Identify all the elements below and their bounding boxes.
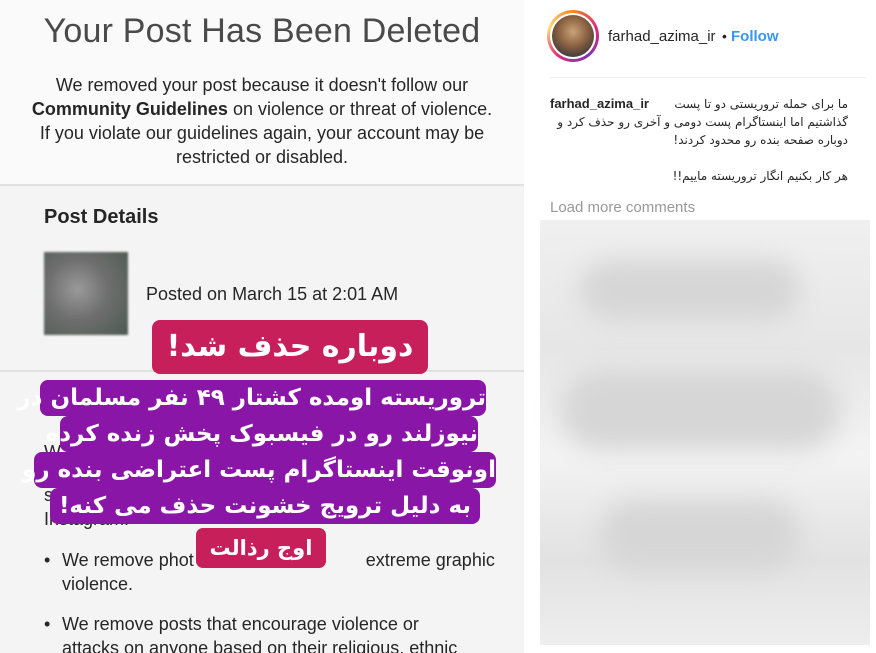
bullet1-part-c: violence. [62,574,134,594]
bullet-dot: • [44,614,51,634]
blurred-comments-area [540,220,870,645]
sticker-line: اونوقت اینستاگرام پست اعتراضی بنده رو [22,452,496,488]
separator-dot: • [722,28,727,44]
sticker-deleted-again: دوباره حذف شد! [152,320,428,374]
follow-button[interactable]: Follow [731,28,779,45]
sticker-line: به دلیل ترویج خشونت حذف می کنه! [50,488,480,524]
post-details-heading: Post Details [44,206,159,228]
caption-line: دوباره صفحه بنده رو محدود کردند! [673,133,848,147]
sticker-line: تروریسته اومده کشتار ۴۹ نفر مسلمان در [17,380,486,416]
bullet1-part-a: We remove phot [62,550,194,570]
caption-line: گذاشتیم اما اینستاگرام پست دومی و آخری ر… [557,115,848,129]
caption-line: هر کار بکنیم انگار تروریسته ماییم!! [672,169,848,183]
post-caption: farhad_azima_ir ما برای حمله تروریستی دو… [550,95,848,185]
sticker-peak-meanness: اوج رذالت [196,528,326,568]
posted-on-text: Posted on March 15 at 2:01 AM [146,284,399,304]
avatar-photo [552,15,594,57]
sticker-protest-text: تروریسته اومده کشتار ۴۹ نفر مسلمان در نی… [17,380,496,526]
avatar[interactable] [547,10,599,62]
header-divider [550,77,866,78]
caption-username[interactable]: farhad_azima_ir [550,96,649,111]
deleted-notice-title: Your Post Has Been Deleted [43,12,481,50]
bullet-dot: • [44,550,51,570]
post-sidebar: farhad_azima_ir • Follow farhad_azima_ir… [540,0,876,653]
community-guidelines-text: Community Guidelines [31,99,228,119]
deleted-notice-body: We removed your post because it doesn't … [30,73,494,169]
bullet2-line-b: attacks on anyone based on their religio… [62,638,458,653]
body-before: We removed your post because it doesn't … [55,75,469,95]
divider [0,184,524,186]
bullet2-line-a: We remove posts that encourage violence … [62,614,419,634]
load-more-comments-link[interactable]: Load more comments [550,199,695,216]
username-link[interactable]: farhad_azima_ir [608,28,716,45]
post-thumbnail [44,252,128,335]
bullet1-part-b: extreme graphic [365,550,495,570]
post-image: Your Post Has Been Deleted We removed yo… [0,0,524,653]
caption-line [550,149,848,167]
sticker-line: نیوزلند رو در فیسبوک پخش زنده کرده [46,416,478,452]
